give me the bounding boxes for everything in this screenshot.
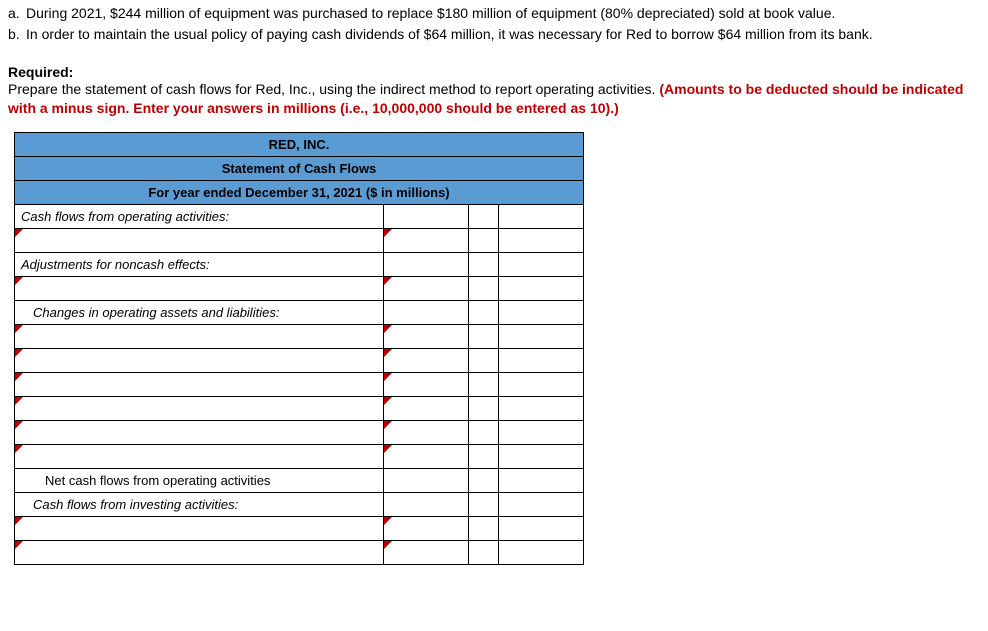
change-line-value[interactable] [384, 372, 469, 396]
cell-blank [499, 396, 584, 420]
cell-gap [469, 228, 499, 252]
cell-gap [469, 516, 499, 540]
adj-line-value[interactable] [384, 276, 469, 300]
change-line-value[interactable] [384, 324, 469, 348]
cell-gap [469, 348, 499, 372]
cell-blank [499, 324, 584, 348]
cell-blank [499, 252, 584, 276]
net-op-label: Net cash flows from operating activities [15, 468, 384, 492]
inv-line-select[interactable] [15, 516, 384, 540]
op-activities-header: Cash flows from operating activities: [15, 204, 384, 228]
cell-blank [499, 204, 584, 228]
cell-blank [384, 492, 469, 516]
change-line-value[interactable] [384, 348, 469, 372]
change-line-select[interactable] [15, 396, 384, 420]
adj-line-select[interactable] [15, 276, 384, 300]
cell-gap [469, 468, 499, 492]
cell-blank [499, 444, 584, 468]
cell-gap [469, 204, 499, 228]
cell-blank [384, 468, 469, 492]
cell-blank [384, 204, 469, 228]
cashflow-table: RED, INC. Statement of Cash Flows For ye… [14, 132, 584, 565]
cell-blank [499, 492, 584, 516]
cell-gap [469, 540, 499, 564]
cell-gap [469, 492, 499, 516]
sheet-title: RED, INC. [15, 132, 584, 156]
changes-header: Changes in operating assets and liabilit… [15, 300, 384, 324]
change-line-select[interactable] [15, 444, 384, 468]
change-line-select[interactable] [15, 420, 384, 444]
cell-gap [469, 300, 499, 324]
cell-gap [469, 420, 499, 444]
cell-blank [499, 228, 584, 252]
item-marker: b. [8, 25, 26, 44]
cell-blank [384, 300, 469, 324]
item-text: During 2021, $244 million of equipment w… [26, 5, 835, 21]
cell-blank [384, 252, 469, 276]
cell-blank [499, 420, 584, 444]
cell-gap [469, 396, 499, 420]
cell-gap [469, 276, 499, 300]
cell-blank [499, 516, 584, 540]
required-label: Required: [8, 64, 980, 80]
inv-activities-header: Cash flows from investing activities: [15, 492, 384, 516]
inv-line-select[interactable] [15, 540, 384, 564]
op-line-select[interactable] [15, 228, 384, 252]
inv-line-value[interactable] [384, 540, 469, 564]
net-op-total[interactable] [499, 468, 584, 492]
required-plain: Prepare the statement of cash flows for … [8, 81, 659, 97]
cell-blank [499, 540, 584, 564]
required-block: Required: Prepare the statement of cash … [8, 64, 980, 118]
inv-line-value[interactable] [384, 516, 469, 540]
cell-gap [469, 324, 499, 348]
sheet-subtitle: Statement of Cash Flows [15, 156, 584, 180]
intro-list: a.During 2021, $244 million of equipment… [8, 4, 980, 44]
change-line-select[interactable] [15, 348, 384, 372]
cell-blank [499, 348, 584, 372]
cell-gap [469, 444, 499, 468]
cell-blank [499, 276, 584, 300]
adjustments-header: Adjustments for noncash effects: [15, 252, 384, 276]
item-marker: a. [8, 4, 26, 23]
change-line-value[interactable] [384, 396, 469, 420]
sheet-period: For year ended December 31, 2021 ($ in m… [15, 180, 584, 204]
change-line-value[interactable] [384, 420, 469, 444]
cell-blank [499, 300, 584, 324]
change-line-value[interactable] [384, 444, 469, 468]
cell-gap [469, 252, 499, 276]
cell-gap [469, 372, 499, 396]
cell-blank [499, 372, 584, 396]
item-text: In order to maintain the usual policy of… [26, 26, 873, 42]
required-text: Prepare the statement of cash flows for … [8, 80, 980, 118]
intro-item-a: a.During 2021, $244 million of equipment… [8, 4, 980, 23]
intro-item-b: b.In order to maintain the usual policy … [8, 25, 980, 44]
change-line-select[interactable] [15, 372, 384, 396]
op-line-value[interactable] [384, 228, 469, 252]
change-line-select[interactable] [15, 324, 384, 348]
